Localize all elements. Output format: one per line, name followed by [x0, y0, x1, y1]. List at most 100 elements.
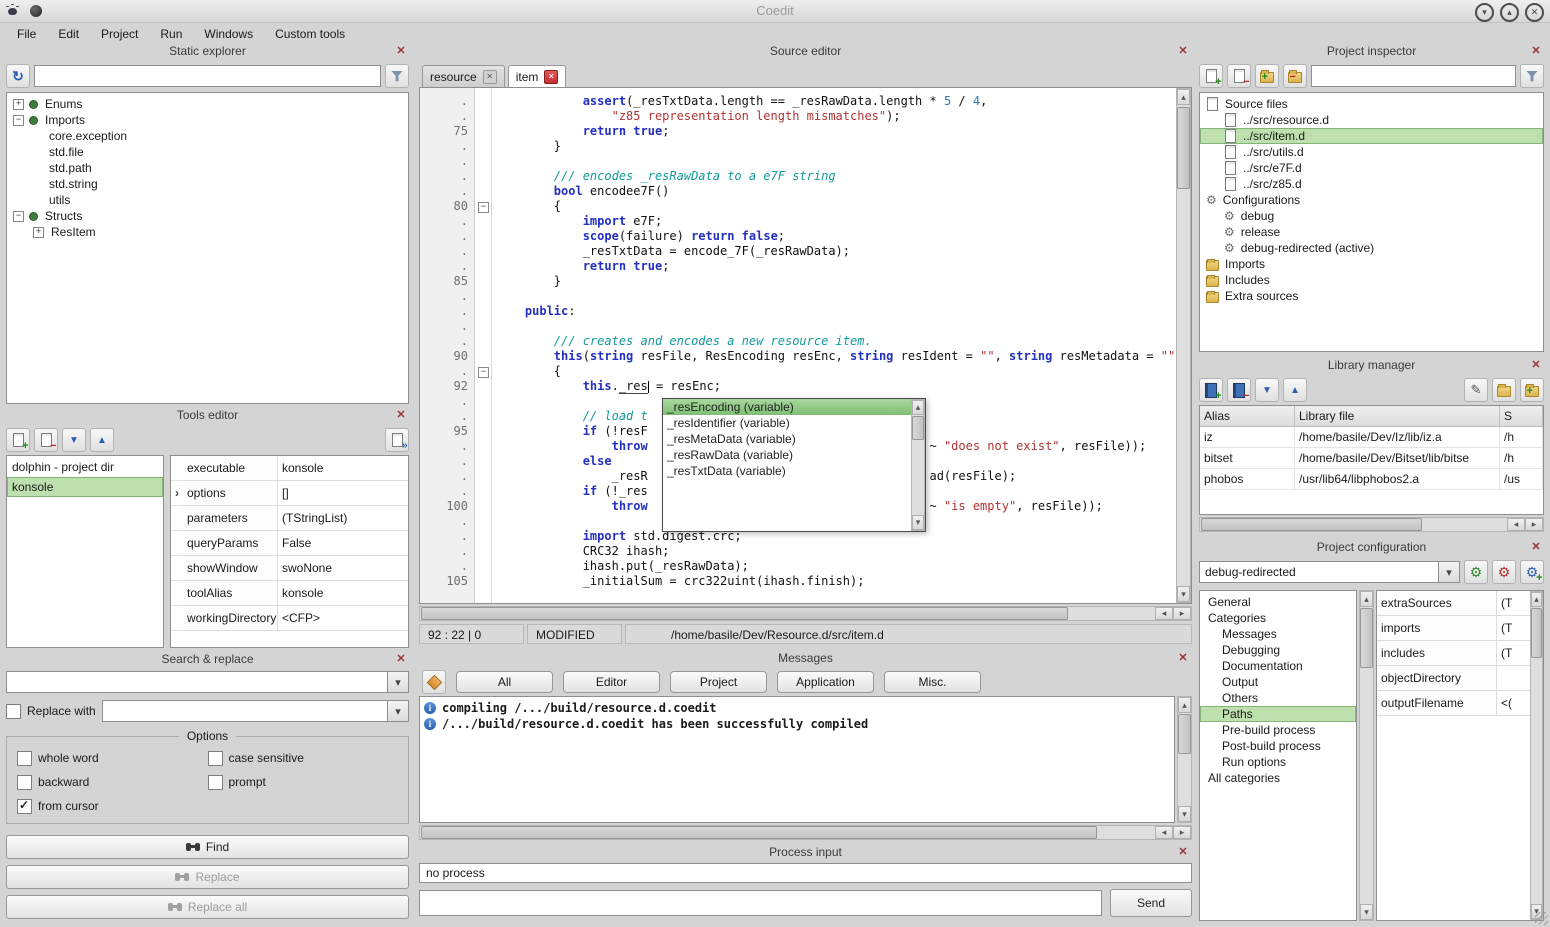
inspector-item-imports[interactable]: Imports — [1200, 256, 1543, 272]
move-down-button[interactable] — [62, 428, 86, 452]
line-number-gutter[interactable]: ..75....80....85....90.92..95....100....… — [420, 88, 475, 603]
code-line[interactable]: return true; — [496, 259, 1176, 274]
refresh-button[interactable] — [6, 64, 30, 88]
minus-expander-icon[interactable]: − — [13, 115, 24, 126]
static-tree-item-std-path[interactable]: std.path — [7, 160, 408, 176]
config-category-documentation[interactable]: Documentation — [1200, 658, 1356, 674]
checkbox-case-sensitive[interactable] — [208, 751, 223, 766]
scrollbar-thumb[interactable] — [421, 826, 1097, 839]
inspector-item-configurations[interactable]: ⚙Configurations — [1200, 192, 1543, 208]
config-category-categories[interactable]: Categories — [1200, 610, 1356, 626]
code-line[interactable]: { — [496, 199, 1176, 214]
messages-horizontal-scrollbar[interactable] — [419, 825, 1192, 840]
config-property-value-extrasources[interactable]: (T — [1497, 591, 1530, 616]
library-cell-file-phobos[interactable]: /usr/lib64/libphobos2.a — [1295, 469, 1500, 490]
config-property-value-outputfilename[interactable]: <( — [1497, 691, 1530, 716]
config-category-messages[interactable]: Messages — [1200, 626, 1356, 642]
close-panel-icon[interactable] — [1529, 358, 1543, 372]
scroll-up-button[interactable] — [1177, 89, 1190, 105]
menu-item-run[interactable]: Run — [149, 25, 193, 43]
code-line[interactable]: return true; — [496, 124, 1176, 139]
static-tree-item-utils[interactable]: utils — [7, 192, 408, 208]
scroll-down-button[interactable] — [1177, 586, 1190, 602]
code-line[interactable]: this(string resFile, ResEncoding resEnc,… — [496, 349, 1176, 364]
search-option-case-sensitive[interactable]: case sensitive — [208, 749, 399, 767]
replace-with-combobox[interactable] — [102, 700, 409, 722]
property-value-showwindow[interactable]: swoNone — [278, 556, 408, 581]
scrollbar-thumb[interactable] — [1360, 608, 1373, 668]
property-value-parameters[interactable]: (TStringList) — [278, 506, 408, 531]
scrollbar-thumb[interactable] — [912, 416, 924, 440]
library-horizontal-scrollbar[interactable] — [1199, 517, 1544, 532]
scroll-up-button[interactable] — [1178, 697, 1191, 713]
completion-item-resrawdata-variable[interactable]: _resRawData (variable) — [663, 447, 911, 463]
menu-item-edit[interactable]: Edit — [47, 25, 90, 43]
library-cell-alias-iz[interactable]: iz — [1200, 427, 1295, 448]
scroll-down-button[interactable] — [1360, 904, 1373, 920]
library-column-library-file[interactable]: Library file — [1295, 406, 1500, 427]
categories-scrollbar[interactable] — [1359, 590, 1374, 921]
property-value-workingdirectory[interactable]: <CFP> — [278, 606, 408, 631]
code-line[interactable]: assert(_resTxtData.length == _resRawData… — [496, 94, 1176, 109]
config-property-value-includes[interactable]: (T — [1497, 641, 1530, 666]
code-line[interactable]: public: — [496, 304, 1176, 319]
add-folder-button[interactable] — [1520, 378, 1544, 402]
configuration-selected-value[interactable]: debug-redirected — [1199, 561, 1439, 583]
inspector-item-src-resource-d[interactable]: ../src/resource.d — [1200, 112, 1543, 128]
messages-filter-application[interactable]: Application — [777, 671, 874, 693]
code-line[interactable]: bool encodee7F() — [496, 184, 1176, 199]
inspector-item-includes[interactable]: Includes — [1200, 272, 1543, 288]
configuration-selector[interactable]: debug-redirected — [1199, 561, 1460, 583]
replace-with-value[interactable] — [102, 700, 388, 722]
scrollbar-thumb[interactable] — [421, 607, 1068, 620]
config-category-general[interactable]: General — [1200, 594, 1356, 610]
library-cell-alias-bitset[interactable]: bitset — [1200, 448, 1295, 469]
property-name-toolalias[interactable]: toolAlias — [183, 581, 278, 606]
code-line[interactable]: CRC32 ihash; — [496, 544, 1176, 559]
static-explorer-filter-input[interactable] — [34, 65, 381, 87]
dropdown-arrow-icon[interactable] — [388, 671, 409, 693]
send-button[interactable]: Send — [1110, 889, 1192, 917]
property-name-options[interactable]: options — [183, 481, 278, 506]
checkbox-from-cursor[interactable] — [17, 799, 32, 814]
property-name-workingdirectory[interactable]: workingDirectory — [183, 606, 278, 631]
scroll-up-button[interactable] — [912, 400, 924, 415]
scroll-left-button[interactable] — [1155, 826, 1173, 839]
dropdown-arrow-icon[interactable] — [1439, 561, 1460, 583]
open-folder-button[interactable] — [1492, 378, 1516, 402]
scroll-down-button[interactable] — [1178, 806, 1191, 822]
library-cell-file-bitset[interactable]: /home/basile/Dev/Bitset/lib/bitse — [1295, 448, 1500, 469]
messages-filter-project[interactable]: Project — [670, 671, 767, 693]
checkbox-whole-word[interactable] — [17, 751, 32, 766]
static-tree-item-enums[interactable]: +Enums — [7, 96, 408, 112]
search-term-combobox[interactable] — [6, 671, 409, 693]
menu-item-windows[interactable]: Windows — [193, 25, 264, 43]
property-name-executable[interactable]: executable — [183, 456, 278, 481]
property-name-showwindow[interactable]: showWindow — [183, 556, 278, 581]
code-line[interactable]: /// creates and encodes a new resource i… — [496, 334, 1176, 349]
code-line[interactable]: import e7F; — [496, 214, 1176, 229]
close-panel-icon[interactable] — [1176, 845, 1190, 859]
inspector-item-src-utils-d[interactable]: ../src/utils.d — [1200, 144, 1543, 160]
tab-close-icon[interactable]: ✕ — [483, 70, 497, 84]
message-entry[interactable]: compiling /.../build/resource.d.coedit — [424, 700, 1170, 716]
checkbox-backward[interactable] — [17, 775, 32, 790]
config-property-name-extrasources[interactable]: extraSources — [1377, 591, 1497, 616]
close-panel-icon[interactable] — [1529, 540, 1543, 554]
library-column-alias[interactable]: Alias — [1200, 406, 1295, 427]
tool-item-dolphin-project-dir[interactable]: dolphin - project dir — [7, 457, 163, 477]
library-column-s[interactable]: S — [1500, 406, 1543, 427]
code-folding-gutter[interactable]: −− — [475, 88, 492, 603]
config-category-output[interactable]: Output — [1200, 674, 1356, 690]
property-value-executable[interactable]: konsole — [278, 456, 408, 481]
scroll-up-button[interactable] — [1360, 591, 1373, 607]
config-category-paths[interactable]: Paths — [1200, 706, 1356, 722]
menu-item-project[interactable]: Project — [90, 25, 149, 43]
code-line[interactable] — [496, 154, 1176, 169]
menu-item-file[interactable]: File — [6, 25, 47, 43]
code-line[interactable]: _resTxtData = encode_7F(_resRawData); — [496, 244, 1176, 259]
close-panel-icon[interactable] — [394, 44, 408, 58]
checkbox-prompt[interactable] — [208, 775, 223, 790]
library-cell-extra-phobos[interactable]: /us — [1500, 469, 1543, 490]
scroll-left-button[interactable] — [1155, 607, 1173, 620]
